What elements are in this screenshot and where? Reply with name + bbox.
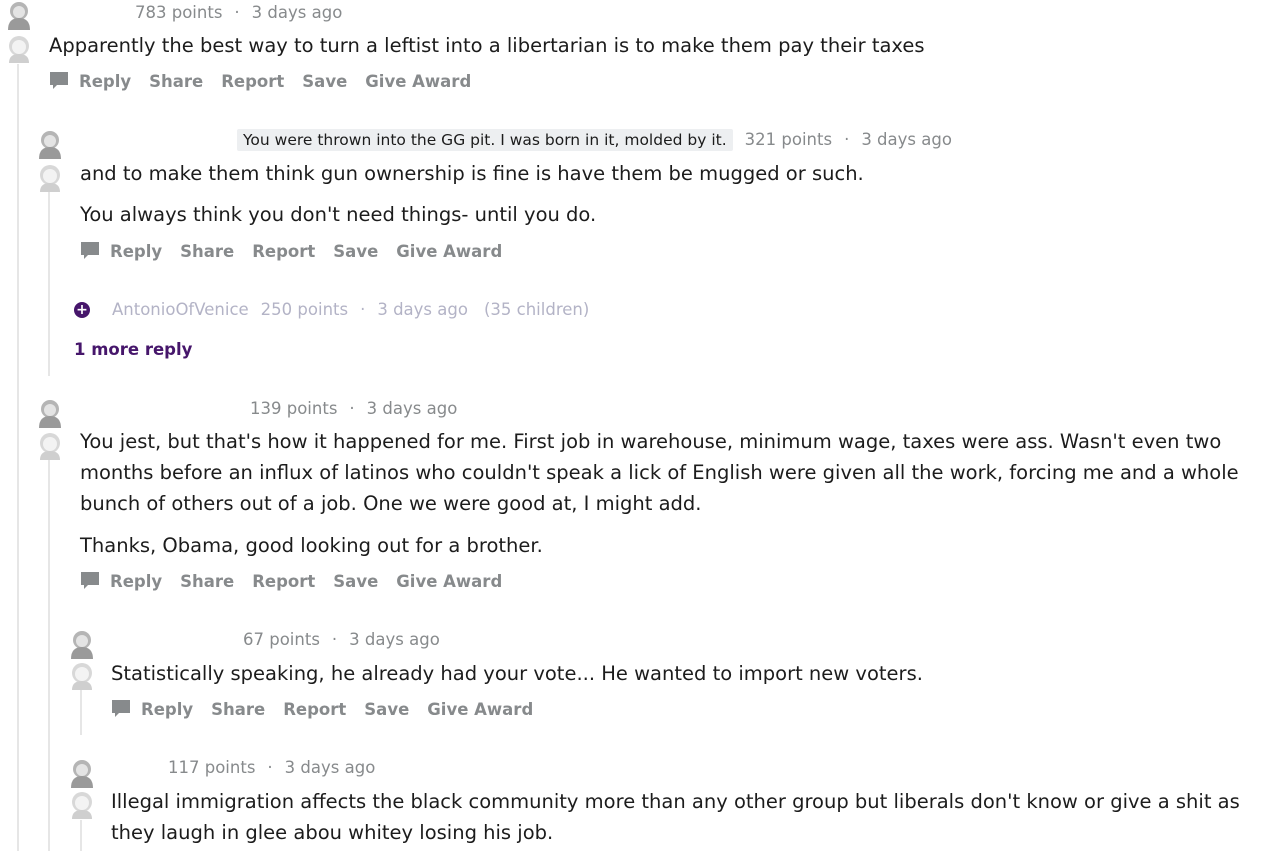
timestamp[interactable]: 3 days ago xyxy=(349,630,440,649)
timestamp[interactable]: 3 days ago xyxy=(367,399,458,418)
separator: · xyxy=(267,758,273,777)
comment-body: Thanks, Obama, good looking out for a br… xyxy=(80,534,543,557)
report-button[interactable]: Report xyxy=(221,72,284,91)
avatar[interactable] xyxy=(67,660,97,690)
save-button[interactable]: Save xyxy=(333,572,378,591)
share-button[interactable]: Share xyxy=(149,72,203,91)
report-button[interactable]: Report xyxy=(283,700,346,719)
comment-body: Apparently the best way to turn a leftis… xyxy=(49,34,925,57)
avatar[interactable] xyxy=(35,162,65,192)
give-award-button[interactable]: Give Award xyxy=(427,700,533,719)
comment-body: You jest, but that's how it happened for… xyxy=(80,430,1239,515)
username[interactable]: AntonioOfVenice xyxy=(112,300,249,319)
avatar[interactable] xyxy=(35,430,65,460)
avatar[interactable] xyxy=(35,398,65,428)
timestamp[interactable]: 3 days ago xyxy=(285,758,376,777)
comment-actions: Reply Share Report Save Give Award xyxy=(49,71,489,91)
collapsed-comment[interactable]: + AntonioOfVenice 250 points · 3 days ag… xyxy=(74,300,589,319)
comment-actions: Reply Share Report Save Give Award xyxy=(111,699,551,719)
share-button[interactable]: Share xyxy=(180,572,234,591)
save-button[interactable]: Save xyxy=(364,700,409,719)
comment-meta: You were thrown into the GG pit. I was b… xyxy=(237,129,952,151)
comment-body: Statistically speaking, he already had y… xyxy=(111,662,923,685)
points: 783 points xyxy=(135,3,223,22)
timestamp[interactable]: 3 days ago xyxy=(861,130,952,149)
separator: · xyxy=(349,399,355,418)
reply-button[interactable]: Reply xyxy=(111,699,193,719)
reply-button[interactable]: Reply xyxy=(80,571,162,591)
save-button[interactable]: Save xyxy=(302,72,347,91)
children-count: (35 children) xyxy=(483,300,590,319)
comment-meta: 117 points · 3 days ago xyxy=(168,758,375,777)
give-award-button[interactable]: Give Award xyxy=(365,72,471,91)
points: 250 points xyxy=(260,300,349,319)
thread-line[interactable] xyxy=(80,690,82,735)
comment-bubble-icon xyxy=(112,700,130,717)
avatar[interactable] xyxy=(67,629,97,659)
comment-body: Illegal immigration affects the black co… xyxy=(111,790,1240,844)
points: 139 points xyxy=(250,399,338,418)
avatar[interactable] xyxy=(67,789,97,819)
reply-label: Reply xyxy=(79,71,132,91)
points: 67 points xyxy=(243,630,320,649)
comment-meta: 67 points · 3 days ago xyxy=(243,630,440,649)
points: 321 points xyxy=(744,130,833,149)
comment-bubble-icon xyxy=(50,72,68,89)
reply-button[interactable]: Reply xyxy=(49,71,131,91)
timestamp[interactable]: 3 days ago xyxy=(252,3,343,22)
thread-line[interactable] xyxy=(48,460,50,851)
reply-label: Reply xyxy=(141,699,194,719)
reply-label: Reply xyxy=(110,571,163,591)
avatar[interactable] xyxy=(35,129,65,159)
timestamp: 3 days ago xyxy=(377,300,468,319)
report-button[interactable]: Report xyxy=(252,242,315,261)
share-button[interactable]: Share xyxy=(180,242,234,261)
separator: · xyxy=(331,630,338,649)
give-award-button[interactable]: Give Award xyxy=(396,242,502,261)
comment-meta: 783 points · 3 days ago xyxy=(135,3,342,22)
points: 117 points xyxy=(168,758,256,777)
give-award-button[interactable]: Give Award xyxy=(396,572,502,591)
avatar[interactable] xyxy=(4,0,34,30)
separator: · xyxy=(234,3,240,22)
avatar[interactable] xyxy=(67,758,97,788)
separator: · xyxy=(360,300,366,319)
more-replies-link[interactable]: 1 more reply xyxy=(74,340,192,359)
thread-line[interactable] xyxy=(17,64,19,851)
separator: · xyxy=(844,130,850,149)
user-flair: You were thrown into the GG pit. I was b… xyxy=(237,129,733,151)
comment-actions: Reply Share Report Save Give Award xyxy=(80,241,520,261)
thread-line[interactable] xyxy=(48,190,50,376)
reply-label: Reply xyxy=(110,241,163,261)
report-button[interactable]: Report xyxy=(252,572,315,591)
comment-bubble-icon xyxy=(81,572,99,589)
reply-button[interactable]: Reply xyxy=(80,241,162,261)
comment-actions: Reply Share Report Save Give Award xyxy=(80,571,520,591)
save-button[interactable]: Save xyxy=(333,242,378,261)
thread-line[interactable] xyxy=(80,820,82,851)
share-button[interactable]: Share xyxy=(211,700,265,719)
comment-body: You always think you don't need things- … xyxy=(80,203,597,226)
comment-body: and to make them think gun ownership is … xyxy=(80,162,864,185)
expand-plus-icon[interactable]: + xyxy=(74,301,90,318)
avatar[interactable] xyxy=(4,33,34,63)
comment-bubble-icon xyxy=(81,242,99,259)
comment-meta: 139 points · 3 days ago xyxy=(250,399,457,418)
